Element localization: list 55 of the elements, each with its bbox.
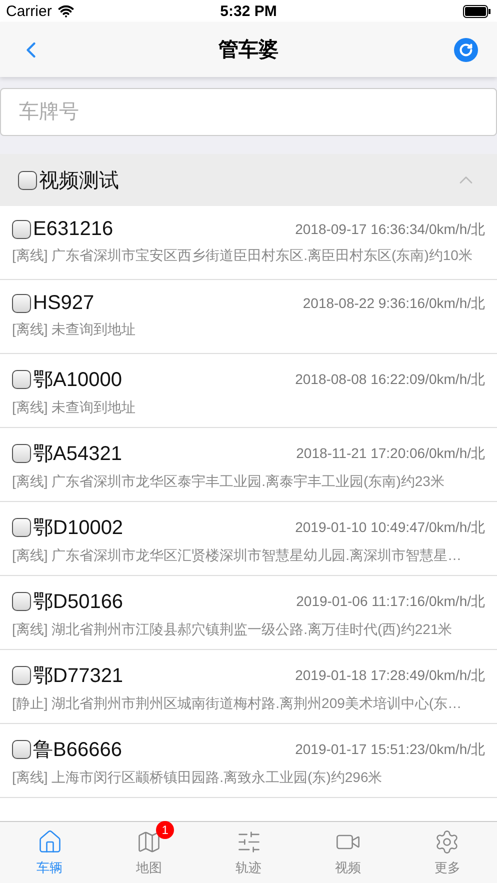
plate-number: 鄂D50166	[33, 590, 124, 615]
plate-number: E631216	[33, 218, 114, 241]
sliders-icon	[236, 828, 262, 854]
vehicle-row[interactable]: 鄂D10002 2019-01-10 10:49:47/0km/h/北 [离线] 广东省深圳市龙华区汇贤楼深圳市智慧星幼儿园.离深圳市智慧星…	[0, 502, 497, 576]
vehicle-row[interactable]: 鄂D50166 2019-01-06 11:17:16/0km/h/北 [离线] 湖北省荆州市江陵县郝穴镇荆监一级公路.离万佳时代(西)约221米	[0, 576, 497, 650]
plate-number: HS927	[33, 292, 94, 315]
vehicle-row[interactable]: 鲁B66666 2019-01-17 15:51:23/0km/h/北 [离线] 上海市闵行区颛桥镇田园路.离致永工业园(东)约296米	[0, 724, 497, 798]
vehicle-row[interactable]: 鄂A54321 2018-11-21 17:20:06/0km/h/北 [离线] 广东省深圳市龙华区泰宇丰工业园.离泰宇丰工业园(东南)约23米	[0, 428, 497, 502]
battery-icon	[462, 4, 491, 18]
timestamp: 2018-11-21 17:20:06/0km/h/北	[296, 444, 485, 462]
timestamp: 2018-09-17 16:36:34/0km/h/北	[295, 220, 485, 238]
address-text: [离线] 广东省深圳市宝安区西乡街道臣田村东区.离臣田村东区(东南)约10米	[12, 247, 474, 265]
timestamp: 2019-01-06 11:17:16/0km/h/北	[296, 592, 485, 610]
page-title: 管车婆	[218, 38, 278, 63]
vehicle-row[interactable]: E631216 2018-09-17 16:36:34/0km/h/北 [离线] 广东省深圳市宝安区西乡街道臣田村东区.离臣田村东区(东南)约10米	[0, 206, 497, 280]
timestamp: 2019-01-17 15:51:23/0km/h/北	[295, 740, 485, 758]
plate-number: 鲁B66666	[33, 738, 122, 763]
address-text: [静止] 湖北省荆州市荆州区城南街道梅村路.离荆州209美术培训中心(东…	[12, 695, 463, 713]
timestamp: 2018-08-08 16:22:09/0km/h/北	[295, 370, 485, 388]
plate-number: 鄂A10000	[33, 368, 122, 393]
address-text: [离线] 未查询到地址	[12, 399, 137, 417]
address-text: [离线] 广东省深圳市龙华区汇贤楼深圳市智慧星幼儿园.离深圳市智慧星…	[12, 547, 463, 565]
search-field[interactable]: 车牌号	[0, 88, 497, 136]
plate-number: 鄂D10002	[33, 516, 124, 541]
plate-number: 鄂A54321	[33, 442, 122, 467]
wifi-icon	[58, 3, 74, 19]
vehicle-row[interactable]: HS927 2018-08-22 9:36:16/0km/h/北 [离线] 未查询到地址	[0, 280, 497, 354]
group-label: 视频测试	[39, 168, 119, 194]
count-badge: 1	[156, 820, 174, 838]
address-text: [离线] 未查询到地址	[12, 321, 137, 339]
plate-number: 鄂D77321	[33, 664, 124, 689]
home-icon	[36, 828, 63, 854]
address-text: [离线] 上海市闵行区颛桥镇田园路.离致永工业园(东)约296米	[12, 769, 384, 787]
address-text: [离线] 湖北省荆州市江陵县郝穴镇荆监一级公路.离万佳时代(西)约221米	[12, 621, 454, 639]
checkbox[interactable]	[12, 294, 31, 313]
timestamp: 2019-01-10 10:49:47/0km/h/北	[295, 518, 485, 536]
checkbox[interactable]	[12, 666, 31, 685]
checkbox[interactable]	[12, 592, 31, 611]
group-header[interactable]: 视频测试	[0, 154, 497, 206]
vehicle-row[interactable]: 鄂A10000 2018-08-08 16:22:09/0km/h/北 [离线] 未查询到地址	[0, 354, 497, 428]
carrier-label: Carrier	[6, 2, 52, 20]
clock: 5:32 PM	[220, 2, 277, 20]
checkbox[interactable]	[12, 444, 31, 463]
checkbox[interactable]	[12, 220, 31, 239]
tab[interactable]: 1 地图	[99, 822, 199, 883]
checkbox[interactable]	[12, 740, 31, 759]
timestamp: 2018-08-22 9:36:16/0km/h/北	[302, 294, 485, 312]
checkbox[interactable]	[18, 170, 37, 190]
checkbox[interactable]	[12, 370, 31, 389]
gear-icon	[434, 828, 460, 854]
timestamp: 2019-01-18 17:28:49/0km/h/北	[295, 666, 485, 684]
refresh-icon[interactable]	[453, 36, 479, 62]
checkbox[interactable]	[12, 518, 31, 537]
address-text: [离线] 广东省深圳市龙华区泰宇丰工业园.离泰宇丰工业园(东南)约23米	[12, 473, 446, 491]
vehicle-row[interactable]: 鄂D77321 2019-01-18 17:28:49/0km/h/北 [静止] 湖北省荆州市荆州区城南街道梅村路.离荆州209美术培训中心(东…	[0, 650, 497, 724]
